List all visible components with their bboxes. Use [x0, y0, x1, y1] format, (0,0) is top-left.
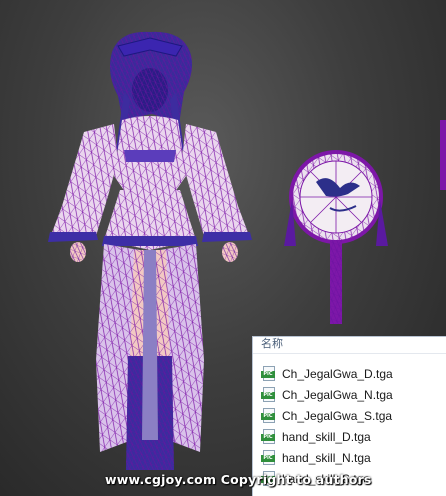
- list-item[interactable]: PIC Ch_JegalGwa_N.tga: [261, 384, 393, 405]
- file-list: PIC Ch_JegalGwa_D.tga PIC Ch_JegalGwa_N.…: [261, 363, 393, 489]
- offscreen-model-edge: [440, 120, 446, 190]
- name-column-header[interactable]: 名称: [261, 337, 283, 353]
- file-name[interactable]: hand_skill_D.tga: [282, 430, 371, 444]
- image-file-icon: PIC: [261, 386, 277, 403]
- character-model: [48, 31, 252, 470]
- image-file-icon: PIC: [261, 365, 277, 382]
- image-file-icon: PIC: [261, 428, 277, 445]
- file-name[interactable]: Ch_JegalGwa_S.tga: [282, 409, 392, 423]
- file-name[interactable]: Ch_JegalGwa_N.tga: [282, 388, 393, 402]
- 3d-viewport[interactable]: 名称 PIC Ch_JegalGwa_D.tga PIC Ch_JegalGwa…: [0, 0, 446, 496]
- hand-fan-model: [284, 150, 388, 324]
- watermark-text: www.cgjoy.com Copyright to authors: [105, 472, 372, 487]
- file-name[interactable]: Ch_JegalGwa_D.tga: [282, 367, 393, 381]
- list-item[interactable]: PIC Ch_JegalGwa_S.tga: [261, 405, 393, 426]
- header-divider: [253, 353, 446, 354]
- list-item[interactable]: PIC hand_skill_N.tga: [261, 447, 393, 468]
- file-name[interactable]: hand_skill_N.tga: [282, 451, 371, 465]
- list-item[interactable]: PIC hand_skill_D.tga: [261, 426, 393, 447]
- list-item[interactable]: PIC Ch_JegalGwa_D.tga: [261, 363, 393, 384]
- image-file-icon: PIC: [261, 449, 277, 466]
- image-file-icon: PIC: [261, 407, 277, 424]
